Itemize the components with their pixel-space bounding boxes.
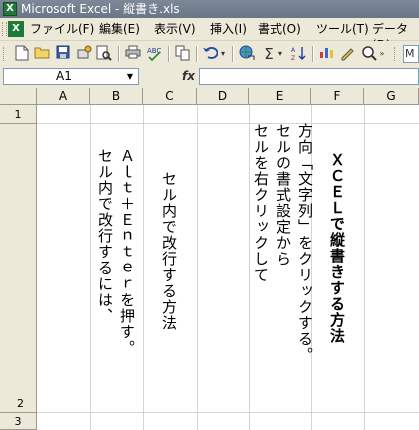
name-box-value: A1 <box>56 69 72 83</box>
toolbar-separator <box>196 46 198 62</box>
name-box-dropdown-icon[interactable]: ▼ <box>123 70 137 83</box>
copy-icon[interactable] <box>174 45 192 63</box>
row-header-1[interactable]: 1 <box>0 105 37 124</box>
cell-f2[interactable]: ＸＣＥＬで縦書きする方法 <box>326 152 348 412</box>
formula-bar: A1 ▼ fx <box>0 67 419 89</box>
cell-e2[interactable]: 方向「文字列」をクリックする。 セルの書式設定から セルを右クリックして <box>250 123 316 413</box>
svg-text:Z: Z <box>291 55 295 61</box>
grid-line <box>143 105 144 430</box>
svg-text:A: A <box>291 47 296 54</box>
column-header-a[interactable]: A <box>37 88 90 105</box>
open-icon[interactable] <box>33 45 51 63</box>
spelling-icon[interactable]: ABC <box>145 45 163 63</box>
column-header-f[interactable]: F <box>311 88 364 105</box>
menu-bar: X ファイル(F) 編集(E) 表示(V) 挿入(I) 書式(O) ツール(T)… <box>0 18 419 52</box>
row-header-2[interactable]: 2 <box>0 124 37 413</box>
menu-format[interactable]: 書式(O) <box>258 21 301 37</box>
toolbar-separator <box>232 46 234 62</box>
undo-icon[interactable] <box>201 45 219 63</box>
zoom-icon[interactable] <box>360 45 378 63</box>
grid-line <box>37 412 419 413</box>
more-icon[interactable]: » <box>378 45 386 63</box>
column-header-e[interactable]: E <box>249 88 311 105</box>
excel-icon: X <box>3 2 17 16</box>
toolbar-separator <box>312 46 314 62</box>
toolbar-separator <box>118 46 120 62</box>
grid-line <box>90 105 91 430</box>
print-icon[interactable] <box>124 45 142 63</box>
formula-input[interactable] <box>199 68 419 85</box>
font-box[interactable]: M <box>403 45 419 63</box>
workbook-icon[interactable]: X <box>8 21 24 37</box>
print-preview-icon[interactable] <box>95 45 113 63</box>
column-header-d[interactable]: D <box>197 88 249 105</box>
fx-icon[interactable]: fx <box>182 69 195 83</box>
toolbar-grip[interactable] <box>3 47 9 61</box>
cell-c2[interactable]: セル内で改行する方法 <box>158 171 180 411</box>
menu-view[interactable]: 表示(V) <box>154 21 196 37</box>
hyperlink-icon[interactable] <box>238 45 256 63</box>
name-box[interactable]: A1 ▼ <box>3 68 139 85</box>
undo-dropdown-icon[interactable]: ▾ <box>219 45 227 63</box>
drawing-icon[interactable] <box>339 45 357 63</box>
window-title: Microsoft Excel - 縦書き.xls <box>21 2 180 16</box>
column-header-c[interactable]: C <box>143 88 197 105</box>
sort-icon[interactable]: AZ <box>290 45 308 63</box>
menu-tools[interactable]: ツール(T) <box>316 21 369 37</box>
column-header-b[interactable]: B <box>90 88 143 105</box>
save-icon[interactable] <box>54 45 72 63</box>
column-header-g[interactable]: G <box>364 88 419 105</box>
grid-line <box>197 105 198 430</box>
grid-line <box>364 105 365 430</box>
worksheet[interactable]: A B C D E F G 1 2 3 Ａｌｔ＋Ｅｎｔｅｒを押す。 セル内で改行… <box>0 88 419 430</box>
menu-file[interactable]: ファイル(F) <box>30 21 94 37</box>
new-icon[interactable] <box>13 45 31 63</box>
autosum-dropdown-icon[interactable]: ▾ <box>276 45 284 63</box>
toolbar-separator <box>168 46 170 62</box>
menu-insert[interactable]: 挿入(I) <box>210 21 247 37</box>
chart-icon[interactable] <box>318 45 336 63</box>
select-all-button[interactable] <box>0 88 37 105</box>
grid-line <box>37 123 419 124</box>
row-header-3[interactable]: 3 <box>0 413 37 430</box>
title-bar: X Microsoft Excel - 縦書き.xls <box>0 0 419 18</box>
menu-edit[interactable]: 編集(E) <box>99 21 140 37</box>
menu-data[interactable]: データ(D) <box>372 21 419 52</box>
menubar-grip[interactable] <box>2 22 7 36</box>
standard-toolbar: ABC ▾ Σ ▾ AZ » M <box>0 41 419 68</box>
toolbar-grip[interactable] <box>394 47 399 61</box>
cell-b2[interactable]: Ａｌｔ＋Ｅｎｔｅｒを押す。 セル内で改行するには、 <box>94 148 138 412</box>
permission-icon[interactable] <box>75 45 93 63</box>
